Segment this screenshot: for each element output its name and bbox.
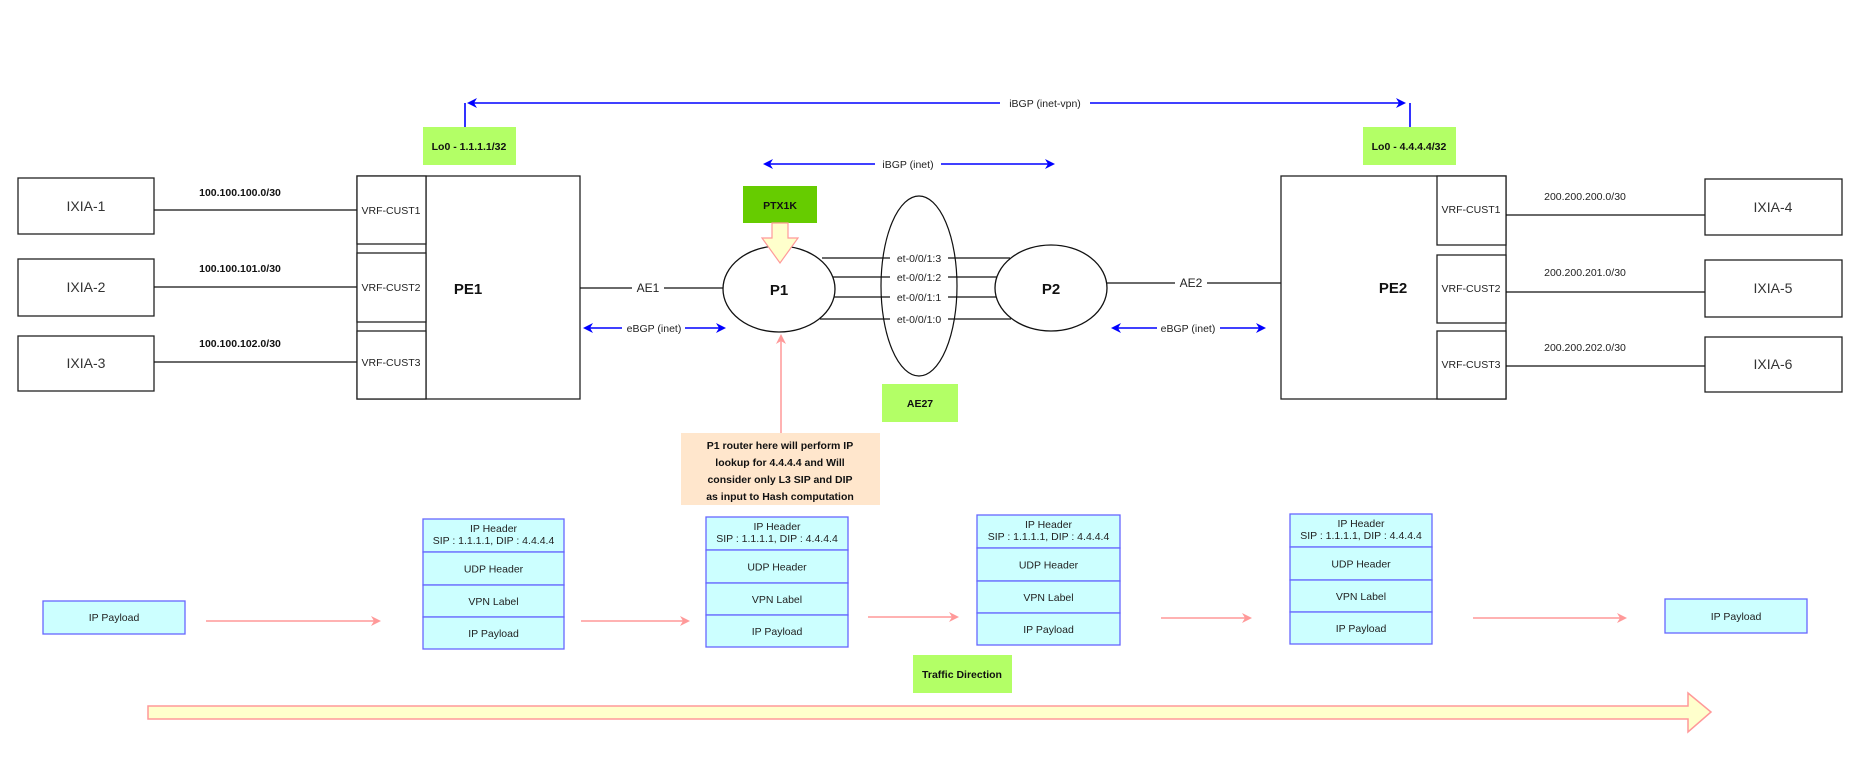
svg-text:P2: P2 — [1042, 281, 1060, 298]
ibgp-vpn-label: iBGP (inet-vpn) — [1009, 98, 1081, 110]
svg-text:consider only L3 SIP and DIP: consider only L3 SIP and DIP — [707, 474, 852, 486]
ebgp-left-session: eBGP (inet) — [583, 321, 726, 335]
svg-text:as input to Hash computation: as input to Hash computation — [706, 491, 854, 503]
pe2-vrf-cust2[interactable]: VRF-CUST2 — [1436, 254, 1507, 324]
ae27-bundle-ellipse — [880, 195, 958, 377]
svg-text:VRF-CUST1: VRF-CUST1 — [1442, 204, 1501, 216]
svg-text:et-0/0/1:0: et-0/0/1:0 — [897, 314, 942, 326]
ixia-2[interactable]: IXIA-2 — [17, 258, 155, 317]
svg-text:VRF-CUST3: VRF-CUST3 — [1442, 359, 1501, 371]
svg-text:VRF-CUST2: VRF-CUST2 — [1442, 283, 1501, 295]
ixia-1[interactable]: IXIA-1 — [17, 177, 155, 235]
packet-ip-payload-text: IP Payload — [1023, 624, 1074, 636]
svg-text:IXIA-2: IXIA-2 — [67, 279, 106, 295]
ibgp-inet-session: iBGP (inet) — [763, 157, 1055, 171]
svg-text:lookup for 4.4.4.4 and Will: lookup for 4.4.4.4 and Will — [715, 457, 845, 469]
packet-ip-header-text: IP Header — [470, 523, 518, 535]
traffic-direction-label: Traffic Direction — [913, 655, 1012, 693]
svg-text:AE27: AE27 — [907, 398, 933, 410]
svg-text:eBGP (inet): eBGP (inet) — [1161, 323, 1216, 335]
svg-text:IXIA-4: IXIA-4 — [1754, 199, 1793, 215]
network-diagram: iBGP (inet-vpn) Lo0 - 1.1.1.1/32 Lo0 - 4… — [17, 96, 1843, 734]
encapsulated-packet: IP HeaderSIP : 1.1.1.1, DIP : 4.4.4.4 UDP… — [705, 516, 849, 648]
packet-ip-header-text: IP Header — [1337, 518, 1385, 530]
egress-ip-payload: IP Payload — [1664, 598, 1808, 634]
svg-text:Traffic Direction: Traffic Direction — [922, 669, 1002, 681]
packet-vpn-label-text: VPN Label — [1336, 591, 1386, 603]
packet-ip-header-text: SIP : 1.1.1.1, DIP : 4.4.4.4 — [988, 531, 1110, 543]
pe2-vrf-cust3[interactable]: VRF-CUST3 — [1436, 330, 1507, 400]
pe1-vrf-cust1[interactable]: VRF-CUST1 — [356, 175, 427, 245]
packet-ip-header-text: SIP : 1.1.1.1, DIP : 4.4.4.4 — [716, 533, 838, 545]
lo0-pe1-label: Lo0 - 1.1.1.1/32 — [423, 127, 516, 165]
svg-text:IXIA-3: IXIA-3 — [67, 355, 106, 371]
svg-text:VRF-CUST1: VRF-CUST1 — [362, 205, 421, 217]
ebgp-right-session: eBGP (inet) — [1111, 321, 1266, 335]
ae1-label: AE1 — [637, 281, 660, 295]
lo0-pe2-label: Lo0 - 4.4.4.4/32 — [1363, 127, 1456, 165]
ixia-4[interactable]: IXIA-4 — [1704, 178, 1843, 236]
ae27-label: AE27 — [882, 384, 958, 422]
svg-text:VRF-CUST2: VRF-CUST2 — [362, 282, 421, 294]
ae27-member-links: et-0/0/1:3 et-0/0/1:2 et-0/0/1:1 et-0/0/… — [820, 253, 1011, 326]
packet-udp-header-text: UDP Header — [747, 562, 807, 574]
svg-text:IXIA-1: IXIA-1 — [67, 198, 106, 214]
svg-text:VRF-CUST3: VRF-CUST3 — [362, 357, 421, 369]
svg-text:et-0/0/1:2: et-0/0/1:2 — [897, 272, 942, 284]
ixia-6[interactable]: IXIA-6 — [1704, 336, 1843, 393]
packet-udp-header-text: UDP Header — [1019, 560, 1079, 572]
packet-ip-header-text: IP Header — [753, 521, 801, 533]
svg-text:IP Payload: IP Payload — [1711, 611, 1762, 623]
packet-vpn-label-text: VPN Label — [468, 596, 518, 608]
svg-text:PE2: PE2 — [1379, 280, 1407, 297]
subnet-label: 100.100.102.0/30 — [199, 338, 281, 350]
ptx1k-label: PTX1K — [743, 186, 817, 223]
svg-text:P1: P1 — [770, 282, 788, 299]
packet-udp-header-text: UDP Header — [1331, 559, 1391, 571]
svg-text:et-0/0/1:1: et-0/0/1:1 — [897, 292, 942, 304]
pe2-vrf-cust1[interactable]: VRF-CUST1 — [1436, 175, 1507, 246]
packet-ip-payload-text: IP Payload — [1336, 623, 1387, 635]
svg-text:IP Payload: IP Payload — [89, 612, 140, 624]
subnet-label: 100.100.100.0/30 — [199, 187, 281, 199]
subnet-label: 100.100.101.0/30 — [199, 263, 281, 275]
svg-text:P1 router here will perform IP: P1 router here will perform IP — [707, 440, 853, 452]
svg-text:IXIA-5: IXIA-5 — [1754, 280, 1793, 296]
packet-ip-header-text: SIP : 1.1.1.1, DIP : 4.4.4.4 — [433, 535, 555, 547]
svg-text:Lo0 - 4.4.4.4/32: Lo0 - 4.4.4.4/32 — [1372, 141, 1447, 153]
ibgp-vpn-session: iBGP (inet-vpn) — [464, 96, 1411, 127]
p2-router[interactable]: P2 — [994, 244, 1108, 332]
svg-text:iBGP (inet): iBGP (inet) — [882, 159, 933, 171]
svg-text:eBGP (inet): eBGP (inet) — [627, 323, 682, 335]
encapsulated-packet: IP HeaderSIP : 1.1.1.1, DIP : 4.4.4.4 UDP… — [422, 518, 565, 650]
packet-udp-header-text: UDP Header — [464, 564, 524, 576]
subnet-label: 200.200.201.0/30 — [1544, 267, 1626, 279]
svg-text:IXIA-6: IXIA-6 — [1754, 356, 1793, 372]
packet-ip-payload-text: IP Payload — [468, 628, 519, 640]
subnet-label: 200.200.202.0/30 — [1544, 342, 1626, 354]
ixia-3[interactable]: IXIA-3 — [17, 335, 155, 392]
packet-vpn-label-text: VPN Label — [1023, 592, 1073, 604]
packet-ip-header-text: SIP : 1.1.1.1, DIP : 4.4.4.4 — [1300, 530, 1422, 542]
pe1-vrf-cust2[interactable]: VRF-CUST2 — [356, 252, 427, 323]
packet-vpn-label-text: VPN Label — [752, 594, 802, 606]
packet-ip-payload-text: IP Payload — [752, 626, 803, 638]
ae2-label: AE2 — [1180, 276, 1203, 290]
encapsulated-packet: IP HeaderSIP : 1.1.1.1, DIP : 4.4.4.4 UDP… — [1289, 513, 1433, 645]
traffic-direction-arrow — [147, 691, 1713, 734]
svg-text:PE1: PE1 — [454, 281, 482, 298]
hash-note: P1 router here will perform IP lookup fo… — [681, 433, 880, 505]
svg-text:et-0/0/1:3: et-0/0/1:3 — [897, 253, 942, 265]
ixia-5[interactable]: IXIA-5 — [1704, 259, 1843, 318]
subnet-label: 200.200.200.0/30 — [1544, 191, 1626, 203]
ingress-ip-payload: IP Payload — [42, 600, 186, 635]
pe1-vrf-cust3[interactable]: VRF-CUST3 — [356, 330, 427, 400]
packet-ip-header-text: IP Header — [1025, 519, 1073, 531]
svg-text:PTX1K: PTX1K — [763, 200, 797, 212]
svg-text:Lo0 - 1.1.1.1/32: Lo0 - 1.1.1.1/32 — [432, 141, 507, 153]
encapsulated-packet: IP HeaderSIP : 1.1.1.1, DIP : 4.4.4.4 UDP… — [976, 514, 1121, 646]
